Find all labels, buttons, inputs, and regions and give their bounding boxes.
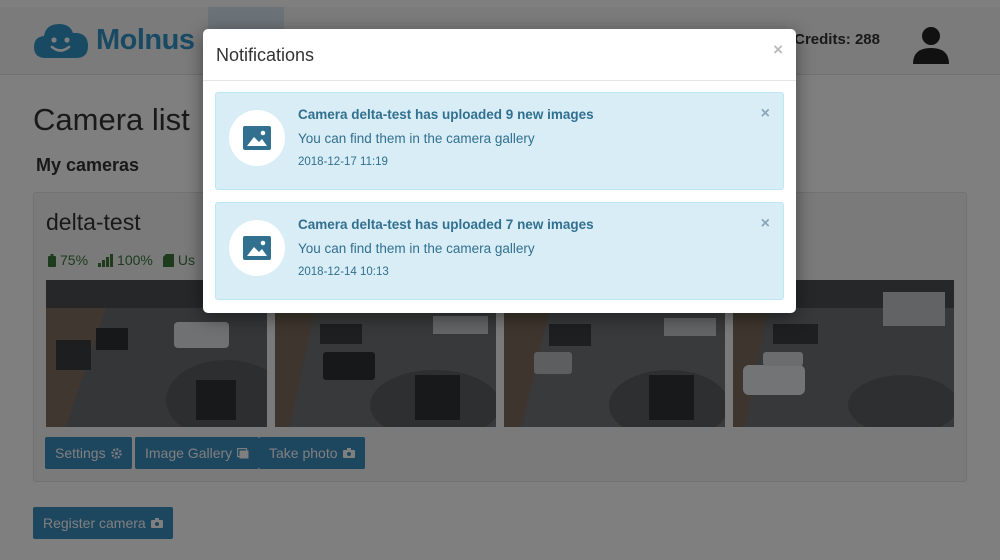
image-icon bbox=[243, 126, 271, 150]
notification-close-button[interactable]: × bbox=[761, 105, 770, 123]
notification-item: Camera delta-test has uploaded 7 new ima… bbox=[215, 202, 784, 300]
modal-header: Notifications × bbox=[203, 29, 796, 81]
image-icon bbox=[243, 236, 271, 260]
notification-body: You can find them in the camera gallery bbox=[298, 241, 535, 256]
notification-timestamp: 2018-12-14 10:13 bbox=[298, 266, 389, 278]
notification-item: Camera delta-test has uploaded 9 new ima… bbox=[215, 92, 784, 190]
notification-title: Camera delta-test has uploaded 7 new ima… bbox=[298, 217, 594, 232]
modal-close-button[interactable]: × bbox=[773, 40, 783, 60]
notification-timestamp: 2018-12-17 11:19 bbox=[298, 156, 388, 168]
notification-body: You can find them in the camera gallery bbox=[298, 131, 535, 146]
notifications-modal: Notifications × Camera delta-test has up… bbox=[203, 29, 796, 313]
notification-title: Camera delta-test has uploaded 9 new ima… bbox=[298, 107, 594, 122]
notification-icon-circle bbox=[229, 220, 285, 276]
notification-icon-circle bbox=[229, 110, 285, 166]
modal-title: Notifications bbox=[216, 45, 315, 65]
notification-close-button[interactable]: × bbox=[761, 215, 770, 233]
